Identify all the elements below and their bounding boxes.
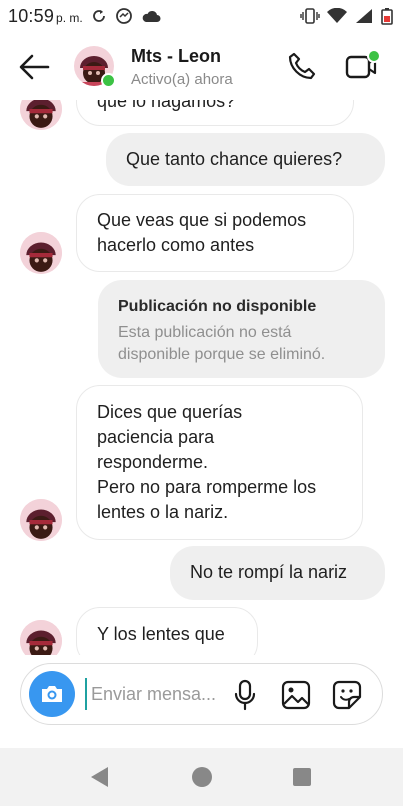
gallery-icon	[281, 680, 311, 710]
message-text-line: Pero no para romperme los	[97, 477, 317, 497]
message-outgoing[interactable]: Que tanto chance quieres?	[106, 133, 385, 186]
message-text-line: lentes o la nariz.	[97, 502, 229, 522]
message-text-line: Que veas que si podemos	[97, 210, 307, 230]
unavailable-post-card[interactable]: Publicación no disponible Esta publicaci…	[98, 280, 385, 378]
message-composer	[20, 663, 383, 725]
message-incoming[interactable]: que lo hagamos?	[76, 100, 354, 126]
messenger-icon	[115, 7, 133, 25]
gallery-button[interactable]	[281, 680, 311, 710]
back-arrow-icon	[19, 54, 50, 80]
signal-icon	[354, 8, 374, 24]
cloud-icon	[141, 9, 161, 23]
message-incoming[interactable]: Y los lentes que	[76, 607, 258, 655]
message-text: Y los lentes que	[97, 624, 225, 644]
message-incoming[interactable]: Dices que querías paciencia para respond…	[76, 385, 363, 540]
unavailable-post-title: Publicación no disponible	[118, 298, 317, 315]
message-text-line: hacerlo como antes	[97, 235, 255, 255]
sync-icon	[91, 8, 107, 24]
phone-icon	[288, 52, 316, 80]
message-text-line: paciencia para	[97, 427, 215, 447]
unavailable-post-text: Esta publicación no está	[118, 324, 292, 341]
message-text-line: responderme.	[97, 452, 209, 472]
vibrate-icon	[300, 7, 320, 25]
wifi-icon	[327, 8, 347, 24]
message-text: que lo hagamos?	[97, 100, 236, 111]
contact-name[interactable]: Mts - Leon	[131, 46, 221, 67]
audio-call-button[interactable]	[286, 50, 318, 82]
microphone-icon	[234, 679, 256, 711]
sender-avatar	[20, 620, 62, 655]
system-navigation-bar	[0, 748, 403, 806]
video-call-button[interactable]	[344, 48, 381, 82]
unavailable-post-text: disponible porque se eliminó.	[118, 346, 326, 363]
triangle-back-icon	[91, 767, 108, 787]
message-text: Que tanto chance quieres?	[126, 149, 343, 169]
back-button[interactable]	[18, 52, 52, 82]
camera-icon	[42, 686, 62, 702]
sticker-icon	[332, 680, 362, 710]
status-bar: 10:59 p. m.	[0, 0, 403, 32]
nav-back-button[interactable]	[90, 766, 110, 788]
video-camera-icon	[345, 49, 381, 79]
message-text-line: Dices que querías	[97, 402, 243, 422]
battery-icon	[381, 7, 393, 25]
nav-recents-button[interactable]	[293, 768, 311, 786]
sender-avatar	[20, 499, 62, 541]
status-time: 10:59 p. m.	[8, 5, 83, 26]
message-incoming[interactable]: Que veas que si podemos hacerlo como ant…	[76, 194, 354, 272]
sender-avatar	[20, 232, 62, 274]
camera-button[interactable]	[29, 671, 75, 717]
sticker-button[interactable]	[331, 679, 363, 711]
conversation-header: Mts - Leon Activo(a) ahora	[0, 32, 403, 100]
voice-message-button[interactable]	[231, 678, 259, 712]
online-indicator	[101, 73, 116, 88]
message-text: No te rompí la nariz	[190, 562, 348, 582]
contact-avatar[interactable]	[74, 46, 116, 88]
contact-status: Activo(a) ahora	[131, 71, 233, 88]
nav-home-button[interactable]	[192, 767, 212, 787]
message-thread[interactable]: que lo hagamos? Que tanto chance quieres…	[0, 100, 403, 655]
message-input[interactable]	[85, 678, 231, 710]
sender-avatar	[20, 100, 62, 130]
message-outgoing[interactable]: No te rompí la nariz	[170, 546, 385, 600]
